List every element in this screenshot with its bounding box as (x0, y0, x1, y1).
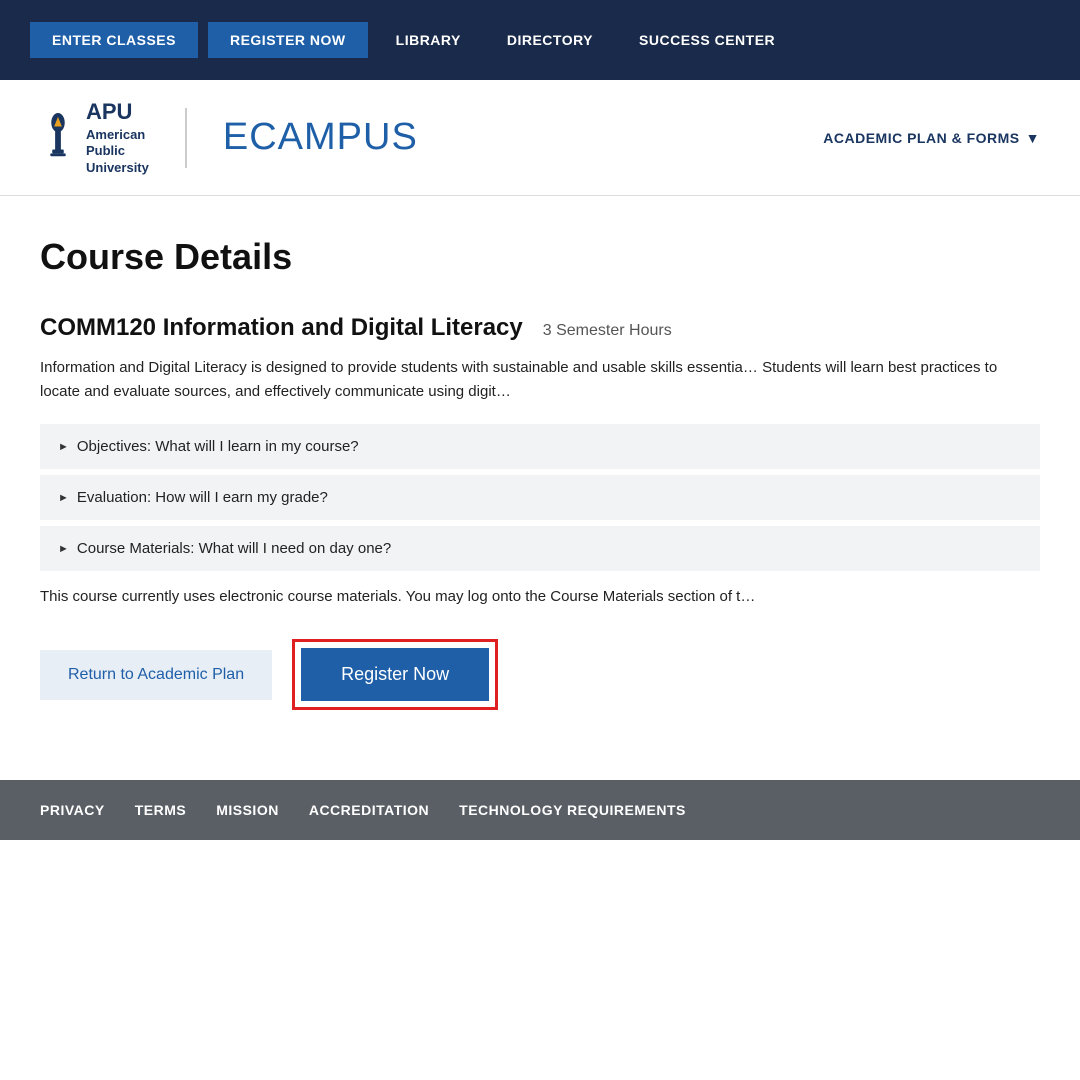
footer-link-technology-requirements[interactable]: TECHNOLOGY REQUIREMENTS (459, 802, 686, 818)
accordion-item-objectives[interactable]: ► Objectives: What will I learn in my co… (40, 424, 1040, 469)
success-center-link[interactable]: SUCCESS CENTER (639, 32, 775, 48)
university-line2: Public (86, 143, 149, 160)
accordion-arrow-icon: ► (58, 543, 69, 555)
course-title-row: COMM120 Information and Digital Literacy… (40, 314, 1040, 342)
logo-divider (185, 108, 187, 168)
accordion-label-objectives: Objectives: What will I learn in my cour… (77, 438, 359, 455)
course-materials-note: This course currently uses electronic co… (40, 585, 1040, 609)
logo-area: APU American Public University ECAMPUS (40, 98, 418, 177)
chevron-down-icon: ▼ (1026, 130, 1040, 146)
accordion-label-materials: Course Materials: What will I need on da… (77, 540, 391, 557)
accordion-item-evaluation[interactable]: ► Evaluation: How will I earn my grade? (40, 475, 1040, 520)
top-nav: ENTER CLASSES REGISTER NOW LIBRARY DIREC… (0, 0, 1080, 80)
footer-link-accreditation[interactable]: ACCREDITATION (309, 802, 429, 818)
logo-apu-badge: APU (86, 98, 149, 127)
register-now-highlight: Register Now (292, 639, 498, 710)
page-title: Course Details (40, 236, 1040, 278)
accordion-arrow-icon: ► (58, 441, 69, 453)
library-link[interactable]: LIBRARY (396, 32, 461, 48)
course-description: Information and Digital Literacy is desi… (40, 356, 1040, 404)
footer-link-privacy[interactable]: PRIVACY (40, 802, 105, 818)
academic-plan-button[interactable]: ACADEMIC PLAN & FORMS ▼ (823, 130, 1040, 146)
accordion-item-materials[interactable]: ► Course Materials: What will I need on … (40, 526, 1040, 571)
directory-link[interactable]: DIRECTORY (507, 32, 593, 48)
course-name: COMM120 Information and Digital Literacy (40, 314, 523, 342)
torch-icon (40, 113, 76, 163)
footer-link-terms[interactable]: TERMS (135, 802, 187, 818)
footer: PRIVACY TERMS MISSION ACCREDITATION TECHNOLO… (0, 780, 1080, 840)
academic-plan-label: ACADEMIC PLAN & FORMS (823, 130, 1019, 146)
logo-apu-text: APU American Public University (86, 98, 149, 177)
main-content: Course Details COMM120 Information and D… (0, 196, 1080, 740)
apu-letters: APU (86, 98, 132, 127)
logo-icon-block: APU American Public University (40, 98, 149, 177)
university-line3: University (86, 160, 149, 177)
accordion-label-evaluation: Evaluation: How will I earn my grade? (77, 489, 328, 506)
ecampus-label: ECAMPUS (223, 116, 418, 159)
enter-classes-button[interactable]: ENTER CLASSES (30, 22, 198, 58)
footer-link-mission[interactable]: MISSION (216, 802, 279, 818)
accordion-arrow-icon: ► (58, 492, 69, 504)
university-line1: American (86, 127, 149, 144)
header-bar: APU American Public University ECAMPUS A… (0, 80, 1080, 196)
semester-hours: 3 Semester Hours (543, 322, 672, 340)
action-buttons-row: Return to Academic Plan Register Now (40, 639, 1040, 710)
return-to-academic-plan-button[interactable]: Return to Academic Plan (40, 650, 272, 700)
register-now-button[interactable]: Register Now (301, 648, 489, 701)
register-now-nav-button[interactable]: REGISTER NOW (208, 22, 368, 58)
